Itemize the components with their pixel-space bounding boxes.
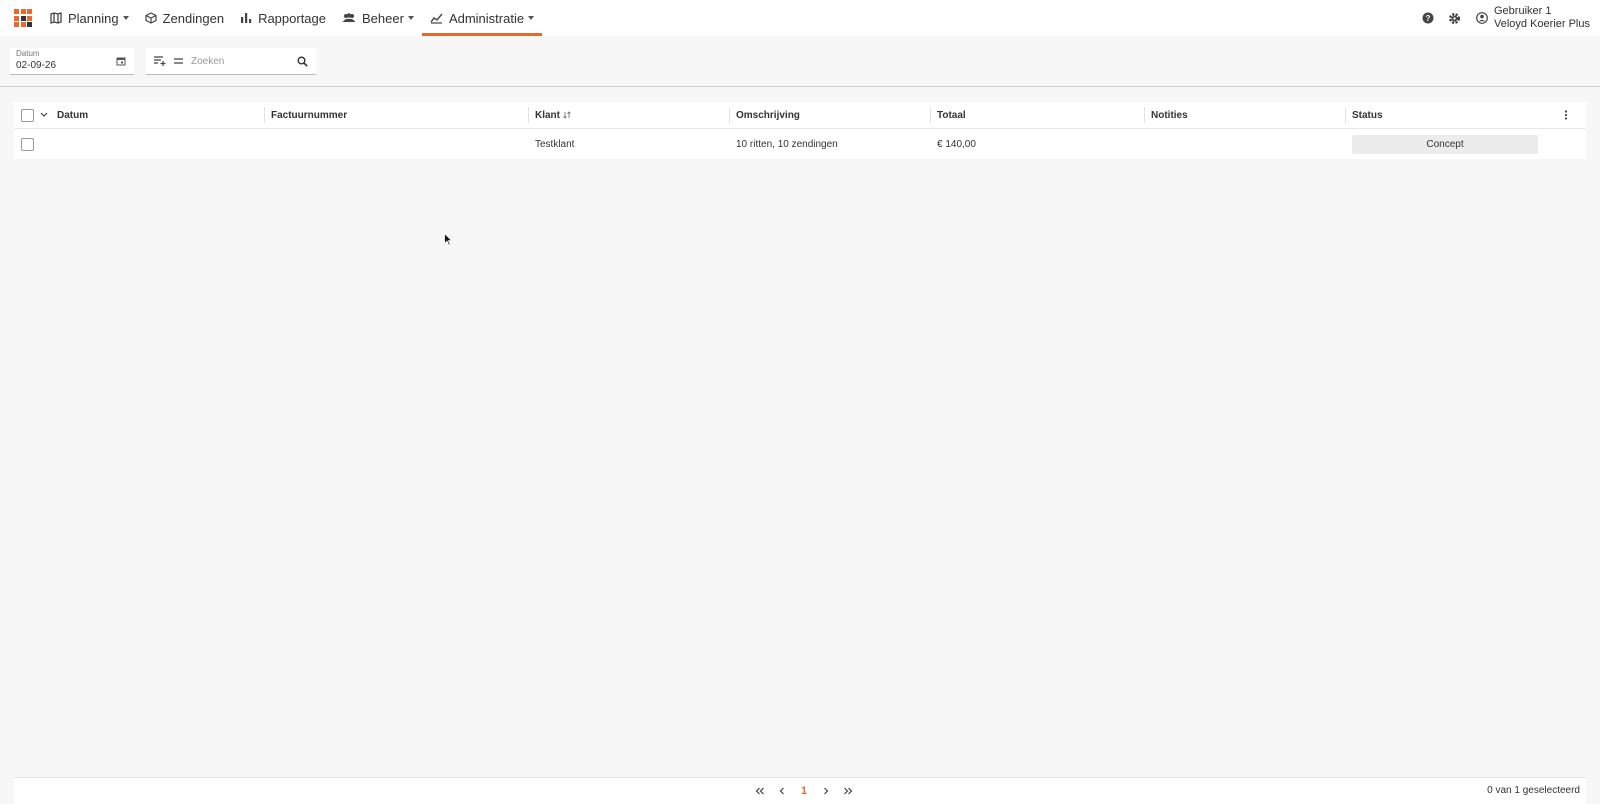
date-field-label: Datum [16, 49, 40, 58]
date-field[interactable]: Datum 02-09-26 [10, 48, 134, 75]
selection-count: 0 van 1 geselecteerd [1487, 785, 1580, 796]
cell-totaal: € 140,00 [937, 138, 976, 150]
package-icon [145, 12, 157, 24]
column-divider[interactable] [1144, 107, 1145, 123]
date-field-value: 02-09-26 [16, 60, 57, 71]
nav-zendingen-label: Zendingen [162, 10, 225, 26]
chevron-down-icon [407, 16, 414, 20]
column-divider[interactable] [1345, 107, 1346, 123]
nav-zendingen[interactable]: Zendingen [137, 0, 232, 36]
column-header-factuurnummer[interactable]: Factuurnummer [271, 102, 347, 128]
column-divider[interactable] [729, 107, 730, 123]
row-checkbox[interactable] [21, 137, 34, 151]
account-circle-icon [1476, 12, 1488, 24]
user-company: Veloyd Koerier Plus [1494, 18, 1590, 30]
top-navigation: Planning Zendingen Rapportage Beheer Adm… [0, 0, 1600, 36]
column-header-klant-label: Klant [535, 109, 560, 121]
first-page-icon[interactable] [749, 783, 771, 799]
nav-administratie-label: Administratie [448, 10, 525, 26]
select-all-cell [21, 102, 48, 128]
nav-rapportage-label: Rapportage [258, 10, 327, 26]
nav-administratie[interactable]: Administratie [421, 0, 543, 36]
cell-status: Concept [1352, 129, 1538, 159]
gear-icon[interactable] [1442, 6, 1466, 30]
chevron-down-icon [528, 16, 535, 20]
calendar-icon[interactable] [116, 56, 126, 66]
column-header-klant[interactable]: Klant [535, 102, 571, 128]
help-icon[interactable]: ? [1416, 6, 1440, 30]
mouse-cursor-icon [444, 233, 453, 246]
nav-beheer[interactable]: Beheer [334, 0, 422, 36]
filter-add-icon[interactable] [154, 56, 166, 66]
search-icon[interactable] [297, 56, 308, 67]
group-icon [342, 13, 356, 22]
nav-planning-label: Planning [68, 10, 119, 26]
nav-beheer-label: Beheer [362, 10, 404, 26]
nav-planning[interactable]: Planning [42, 0, 137, 36]
column-header-omschrijving[interactable]: Omschrijving [736, 102, 800, 128]
next-page-icon[interactable] [815, 783, 837, 799]
app-grid-logo-icon[interactable] [14, 9, 32, 27]
cell-omschrijving: 10 ritten, 10 zendingen [736, 138, 838, 150]
column-header-notities[interactable]: Notities [1151, 102, 1188, 128]
row-select-cell [21, 129, 34, 159]
column-divider[interactable] [528, 107, 529, 123]
user-name: Gebruiker 1 [1494, 5, 1552, 17]
current-page-number[interactable]: 1 [793, 783, 815, 799]
table-footer: 1 0 van 1 geselecteerd [14, 777, 1586, 804]
cell-klant: Testklant [535, 138, 575, 150]
chevron-down-icon [122, 16, 129, 20]
column-header-totaal[interactable]: Totaal [937, 102, 966, 128]
more-options-icon[interactable] [1564, 102, 1568, 128]
filter-bar: Datum 02-09-26 [0, 36, 1600, 87]
status-badge[interactable]: Concept [1352, 134, 1538, 154]
table-row[interactable]: Testklant 10 ritten, 10 zendingen € 140,… [14, 129, 1586, 159]
table-header: Datum Factuurnummer Klant Omschrijving T… [14, 102, 1586, 129]
search-field [146, 48, 316, 75]
select-all-checkbox[interactable] [21, 108, 34, 122]
user-menu[interactable]: Gebruiker 1 Veloyd Koerier Plus [1476, 5, 1590, 31]
bar-chart-icon [241, 13, 252, 23]
search-input[interactable] [189, 54, 293, 68]
nav-rapportage[interactable]: Rapportage [232, 0, 334, 36]
sort-icon[interactable] [563, 111, 571, 119]
equals-operator-icon[interactable] [174, 58, 183, 64]
svg-text:?: ? [1426, 14, 1431, 23]
user-info: Gebruiker 1 Veloyd Koerier Plus [1494, 5, 1590, 31]
pagination: 1 [749, 783, 859, 799]
chevron-down-icon[interactable] [40, 112, 48, 118]
column-divider[interactable] [930, 107, 931, 123]
column-header-status[interactable]: Status [1352, 102, 1383, 128]
previous-page-icon[interactable] [771, 783, 793, 799]
top-right-actions: ? Gebruiker 1 Veloyd Koerier Plus [1416, 0, 1600, 36]
last-page-icon[interactable] [837, 783, 859, 799]
column-divider[interactable] [264, 107, 265, 123]
map-icon [50, 12, 62, 24]
administration-icon [430, 13, 443, 24]
column-header-datum[interactable]: Datum [57, 102, 88, 128]
invoice-table: Datum Factuurnummer Klant Omschrijving T… [14, 102, 1586, 159]
